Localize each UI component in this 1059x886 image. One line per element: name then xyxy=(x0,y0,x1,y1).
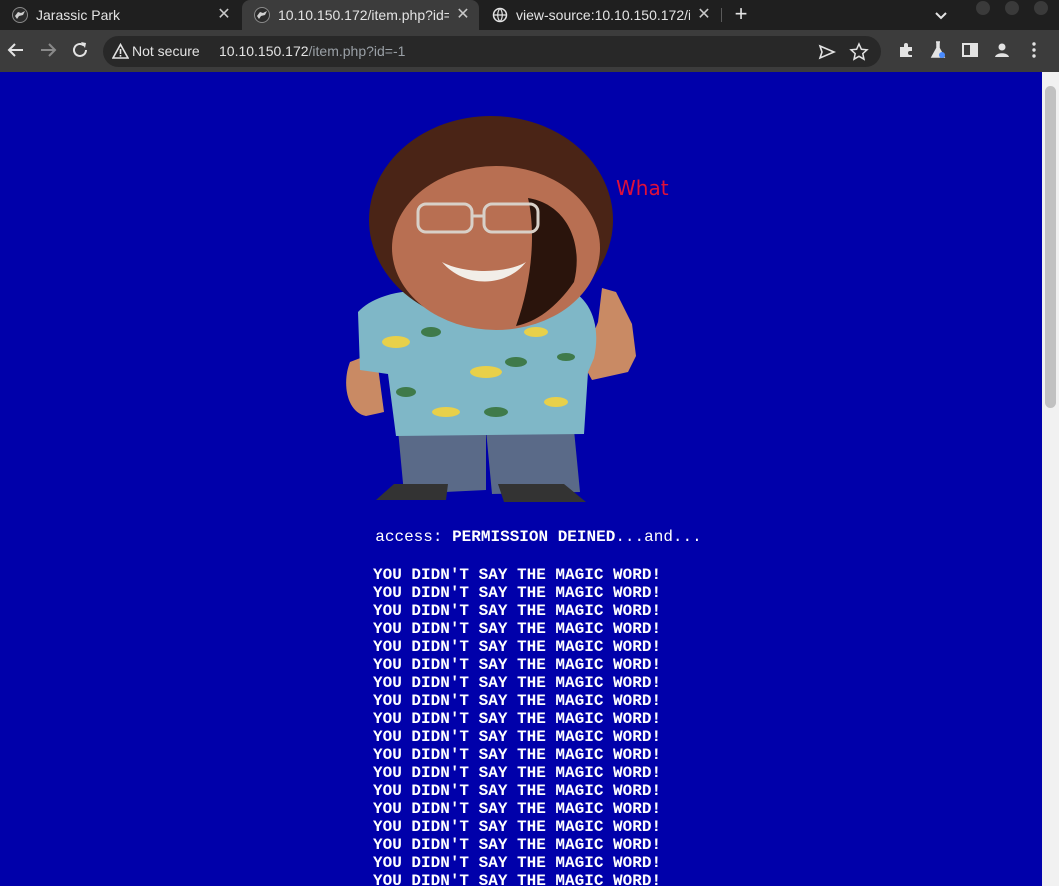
magic-word-line: YOU DIDN'T SAY THE MAGIC WORD! xyxy=(373,782,662,800)
side-panel-icon[interactable] xyxy=(960,40,980,60)
close-tab-icon[interactable]: ✕ xyxy=(696,7,712,23)
magic-word-line: YOU DIDN'T SAY THE MAGIC WORD! xyxy=(373,602,662,620)
tab-separator xyxy=(721,8,722,22)
scrollbar-thumb[interactable] xyxy=(1045,86,1056,408)
new-tab-button[interactable]: + xyxy=(729,3,753,27)
tab-strip: Jarassic Park ✕ 10.10.150.172/item.php?i… xyxy=(0,0,1059,30)
bookmark-star-icon[interactable] xyxy=(849,42,869,62)
url-path: /item.php?id=-1 xyxy=(308,43,406,59)
what-caption: What xyxy=(616,176,669,200)
security-label[interactable]: Not secure xyxy=(132,43,200,59)
close-window-button[interactable] xyxy=(1034,1,1048,15)
chevron-down-icon[interactable] xyxy=(932,6,950,24)
magic-word-line: YOU DIDN'T SAY THE MAGIC WORD! xyxy=(373,710,662,728)
jurassic-park-icon xyxy=(254,7,270,23)
magic-word-line: YOU DIDN'T SAY THE MAGIC WORD! xyxy=(373,692,662,710)
url-host: 10.10.150.172 xyxy=(219,43,309,59)
close-tab-icon[interactable]: ✕ xyxy=(455,7,471,23)
magic-word-line: YOU DIDN'T SAY THE MAGIC WORD! xyxy=(373,836,662,854)
close-tab-icon[interactable]: ✕ xyxy=(216,7,232,23)
magic-word-line: YOU DIDN'T SAY THE MAGIC WORD! xyxy=(373,620,662,638)
address-bar[interactable]: Not secure 10.10.150.172/item.php?id=-1 xyxy=(103,36,881,67)
magic-word-line: YOU DIDN'T SAY THE MAGIC WORD! xyxy=(373,656,662,674)
maximize-button[interactable] xyxy=(1005,1,1019,15)
browser-toolbar: Not secure 10.10.150.172/item.php?id=-1 xyxy=(0,30,1059,72)
page-content: What access: PERMISSION DEINED...and... … xyxy=(0,72,1042,886)
menu-kebab-icon[interactable] xyxy=(1024,40,1044,60)
magic-word-line: YOU DIDN'T SAY THE MAGIC WORD! xyxy=(373,746,662,764)
url-text[interactable]: 10.10.150.172/item.php?id=-1 xyxy=(219,43,405,59)
magic-word-list: YOU DIDN'T SAY THE MAGIC WORD! YOU DIDN'T… xyxy=(373,566,661,886)
tab-title: 10.10.150.172/item.php?id=-1 xyxy=(278,7,449,23)
warning-icon xyxy=(112,43,129,59)
access-message: access: PERMISSION DEINED...and... xyxy=(0,528,1042,546)
tab-jarassic-park[interactable]: Jarassic Park ✕ xyxy=(0,0,240,30)
minimize-button[interactable] xyxy=(976,1,990,15)
access-suffix: ...and... xyxy=(615,528,702,546)
access-status: PERMISSION DEINED xyxy=(452,528,616,546)
reload-icon[interactable] xyxy=(69,39,91,61)
profile-icon[interactable] xyxy=(992,40,1012,60)
dennis-nedry-image xyxy=(346,116,636,502)
magic-word-line: YOU DIDN'T SAY THE MAGIC WORD! xyxy=(373,638,662,656)
back-arrow-icon[interactable] xyxy=(5,39,27,61)
magic-word-line: YOU DIDN'T SAY THE MAGIC WORD! xyxy=(373,818,662,836)
magic-word-line: YOU DIDN'T SAY THE MAGIC WORD! xyxy=(373,854,662,872)
magic-word-line: YOU DIDN'T SAY THE MAGIC WORD! xyxy=(373,764,662,782)
magic-word-line: YOU DIDN'T SAY THE MAGIC WORD! xyxy=(373,566,662,584)
labs-flask-icon[interactable] xyxy=(928,40,948,60)
extensions-puzzle-icon[interactable] xyxy=(896,40,916,60)
forward-arrow-icon[interactable] xyxy=(37,39,59,61)
tab-item-php[interactable]: 10.10.150.172/item.php?id=-1 ✕ xyxy=(242,0,479,30)
tab-title: Jarassic Park xyxy=(36,7,121,23)
access-label: access: xyxy=(375,528,453,546)
magic-word-line: YOU DIDN'T SAY THE MAGIC WORD! xyxy=(373,674,662,692)
jurassic-park-icon xyxy=(12,7,28,23)
globe-icon xyxy=(492,7,508,23)
magic-word-line: YOU DIDN'T SAY THE MAGIC WORD! xyxy=(373,800,662,818)
tab-title: view-source:10.10.150.172/item.php?id=-1 xyxy=(516,7,690,23)
send-icon[interactable] xyxy=(817,42,837,62)
tab-view-source[interactable]: view-source:10.10.150.172/item.php?id=-1… xyxy=(480,0,720,30)
magic-word-line: YOU DIDN'T SAY THE MAGIC WORD! xyxy=(373,872,662,886)
magic-word-line: YOU DIDN'T SAY THE MAGIC WORD! xyxy=(373,728,662,746)
magic-word-line: YOU DIDN'T SAY THE MAGIC WORD! xyxy=(373,584,662,602)
